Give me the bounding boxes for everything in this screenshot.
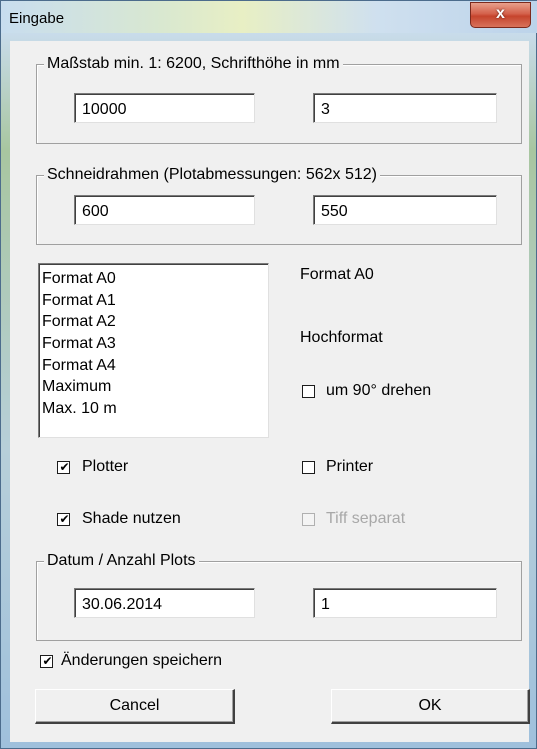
- font-height-input[interactable]: [313, 93, 497, 123]
- format-list-item[interactable]: Format A2: [42, 311, 268, 333]
- orientation-label: Hochformat: [300, 329, 383, 346]
- close-button[interactable]: x: [470, 2, 531, 28]
- format-list-item[interactable]: Format A4: [42, 355, 268, 377]
- check-icon: ✔: [59, 512, 70, 526]
- date-count-legend: Datum / Anzahl Plots: [44, 551, 199, 571]
- date-input[interactable]: [74, 588, 255, 618]
- check-icon: ✔: [42, 654, 53, 668]
- selected-format-label: Format A0: [300, 266, 374, 283]
- scale-group-legend: Maßstab min. 1: 6200, Schrifthöhe in mm: [44, 54, 343, 74]
- plotter-label[interactable]: Plotter: [82, 457, 128, 477]
- cutting-frame-legend: Schneidrahmen (Plotabmessungen: 562x 512…: [44, 165, 380, 185]
- rotate-label[interactable]: um 90° drehen: [326, 381, 431, 401]
- close-icon: x: [496, 5, 505, 22]
- dialog-client-area: Maßstab min. 1: 6200, Schrifthöhe in mm …: [10, 41, 530, 742]
- plot-count-input[interactable]: [313, 588, 497, 618]
- tiff-label: Tiff separat: [326, 510, 406, 527]
- printer-checkbox[interactable]: [302, 461, 315, 474]
- printer-label[interactable]: Printer: [326, 457, 373, 477]
- format-list-item[interactable]: Maximum: [42, 376, 268, 398]
- frame-height-input[interactable]: [313, 195, 497, 225]
- scale-input[interactable]: [74, 93, 255, 123]
- format-list-item[interactable]: Format A0: [42, 268, 268, 290]
- format-list-item[interactable]: Format A1: [42, 290, 268, 312]
- title-bar[interactable]: Eingabe x: [1, 1, 537, 33]
- cancel-button[interactable]: Cancel: [35, 689, 235, 724]
- format-list-item[interactable]: Format A3: [42, 333, 268, 355]
- plotter-checkbox[interactable]: ✔: [57, 460, 70, 474]
- window-title: Eingabe: [9, 10, 65, 27]
- ok-button[interactable]: OK: [331, 689, 530, 724]
- shade-label[interactable]: Shade nutzen: [82, 509, 181, 529]
- frame-width-input[interactable]: [74, 195, 255, 225]
- shade-checkbox[interactable]: ✔: [57, 512, 70, 526]
- save-changes-checkbox[interactable]: ✔: [40, 654, 53, 668]
- tiff-checkbox: [302, 513, 315, 526]
- format-listbox[interactable]: Format A0 Format A1 Format A2 Format A3 Form…: [38, 263, 269, 438]
- save-changes-label[interactable]: Änderungen speichern: [61, 651, 222, 671]
- check-icon: ✔: [59, 460, 70, 474]
- rotate-checkbox[interactable]: [302, 385, 315, 398]
- dialog-window: Eingabe x Maßstab min. 1: 6200, Schrifth…: [0, 0, 537, 749]
- format-list-item[interactable]: Max. 10 m: [42, 398, 268, 420]
